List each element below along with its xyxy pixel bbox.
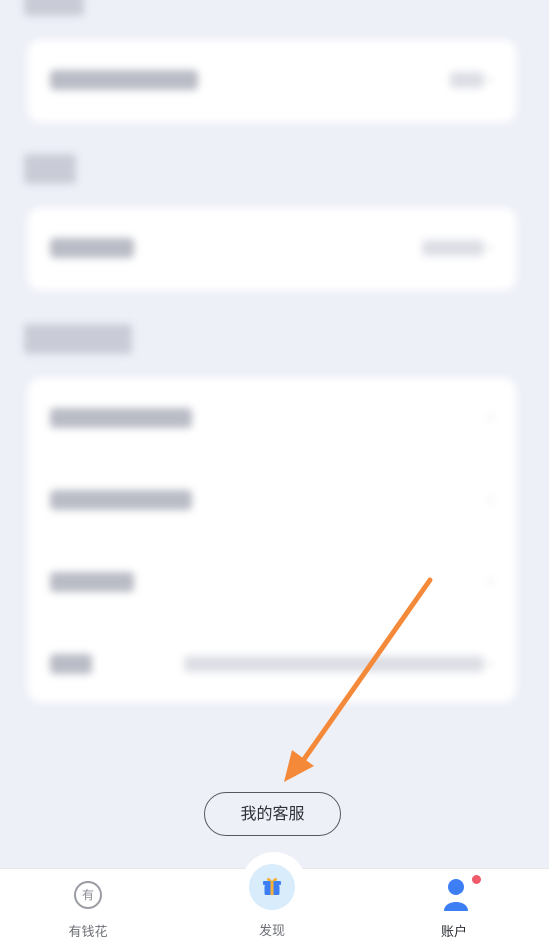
chevron-right-icon: › <box>488 656 494 672</box>
row-label-blurred <box>50 654 92 674</box>
chevron-right-icon: › <box>488 492 494 508</box>
notification-badge <box>472 875 481 884</box>
row-value-blurred <box>184 656 484 672</box>
settings-row-blurred[interactable]: › <box>28 208 516 290</box>
nav-item-discover[interactable]: 发现 <box>212 864 332 942</box>
account-person-icon <box>444 879 468 911</box>
section-header-blurred <box>24 0 84 16</box>
settings-card-blurred: › <box>28 40 516 122</box>
discover-icon-bg <box>249 864 295 910</box>
row-value-blurred <box>422 240 484 256</box>
chevron-right-icon: › <box>488 72 494 88</box>
watermark-overlay <box>230 430 440 490</box>
nav-label: 有钱花 <box>68 925 108 940</box>
chevron-right-icon: › <box>488 240 494 256</box>
gift-box-icon <box>263 877 281 895</box>
settings-row-blurred[interactable]: › <box>28 40 516 122</box>
settings-row-blurred[interactable]: › <box>28 542 516 624</box>
section-header-blurred <box>24 154 76 184</box>
nav-item-account[interactable]: 账户 <box>394 869 514 942</box>
settings-card-blurred: › › › › <box>28 378 516 702</box>
youqianhua-icon: 有 <box>74 881 102 909</box>
row-label-blurred <box>50 408 192 428</box>
nav-label: 发现 <box>258 924 285 939</box>
row-label-blurred <box>50 572 134 592</box>
row-label-blurred <box>50 238 134 258</box>
chevron-right-icon: › <box>488 574 494 590</box>
chevron-right-icon: › <box>488 410 494 426</box>
nav-label: 账户 <box>440 925 467 940</box>
section-header-blurred <box>24 324 132 354</box>
settings-page: › › › › › › 我的客服 有 有钱花 账户 发现 <box>0 0 549 942</box>
row-label-blurred <box>50 490 192 510</box>
settings-card-blurred: › <box>28 208 516 290</box>
row-value-blurred <box>450 72 484 88</box>
my-customer-service-button[interactable]: 我的客服 <box>204 792 341 836</box>
nav-item-youqianhua[interactable]: 有 有钱花 <box>28 869 148 942</box>
row-label-blurred <box>50 70 198 90</box>
settings-row-blurred[interactable]: › <box>28 624 516 706</box>
blurred-settings-content: › › › › › › <box>0 0 549 720</box>
